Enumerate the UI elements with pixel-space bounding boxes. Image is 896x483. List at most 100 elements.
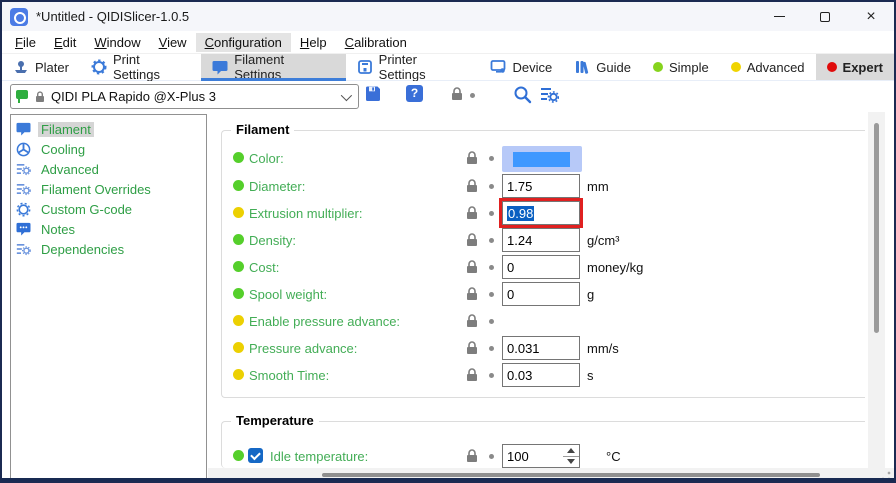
dot-icon (489, 238, 494, 243)
unit-label: money/kg (587, 260, 643, 275)
help-button[interactable]: ? (406, 85, 423, 102)
density-input[interactable]: 1.24 (502, 228, 580, 252)
tab-label: Filament Settings (234, 52, 334, 82)
tab-plater[interactable]: Plater (2, 54, 80, 80)
dot-icon (489, 156, 494, 161)
setting-row-enable-pressure-advance: Enable pressure advance: (221, 308, 864, 334)
input-value: 0.03 (507, 368, 532, 383)
menu-view[interactable]: View (150, 33, 196, 52)
lock-icon[interactable] (466, 341, 478, 360)
vertical-scrollbar-thumb[interactable] (874, 123, 879, 333)
extrusion-multiplier-input[interactable]: 0.98 (502, 201, 580, 225)
search-icon (513, 85, 532, 104)
mode-expert[interactable]: Expert (816, 54, 894, 80)
tab-label: Device (513, 60, 553, 75)
setting-label: Smooth Time: (249, 368, 329, 383)
lock-icon[interactable] (466, 287, 478, 306)
lock-state-dot (470, 93, 475, 98)
mode-advanced[interactable]: Advanced (720, 54, 816, 80)
menu-file[interactable]: File (6, 33, 45, 52)
horizontal-scrollbar-thumb[interactable] (322, 473, 820, 477)
diameter-input[interactable]: 1.75 (502, 174, 580, 198)
printer-icon (357, 59, 373, 75)
options-search-button[interactable] (539, 85, 559, 103)
sidebar-item-label: Advanced (38, 162, 102, 177)
minimize-button[interactable] (756, 2, 802, 31)
sidebar-item-filament-overrides[interactable]: Filament Overrides (11, 179, 206, 199)
unit-label: s (587, 368, 594, 383)
mode-simple[interactable]: Simple (642, 54, 720, 80)
menu-edit[interactable]: Edit (45, 33, 85, 52)
tab-device[interactable]: Device (479, 54, 564, 80)
tab-print-settings[interactable]: Print Settings (80, 54, 201, 80)
save-icon (364, 85, 382, 103)
tab-filament-settings[interactable]: Filament Settings (201, 54, 345, 80)
lock-icon[interactable] (466, 368, 478, 387)
tab-bar: Plater Print Settings Filament Settings … (2, 54, 894, 81)
vertical-scrollbar[interactable] (868, 112, 885, 469)
green-dot-icon (233, 234, 244, 245)
menu-window[interactable]: Window (85, 33, 149, 52)
tab-guide[interactable]: Guide (563, 54, 642, 80)
menu-help[interactable]: Help (291, 33, 336, 52)
save-preset-button[interactable] (364, 85, 382, 103)
group-title: Filament (231, 122, 294, 137)
sidebar-item-label: Filament Overrides (38, 182, 154, 197)
spool-weight-input[interactable]: 0 (502, 282, 580, 306)
filament-spool-icon (16, 90, 33, 103)
lock-icon[interactable] (466, 449, 478, 468)
setting-row-smooth-time: Smooth Time: 0.03 s (221, 362, 864, 388)
unit-label: g/cm³ (587, 233, 620, 248)
idle-temperature-spinbox[interactable]: 100 (502, 444, 580, 468)
sidebar-item-dependencies[interactable]: Dependencies (11, 239, 206, 259)
spin-down-button[interactable] (563, 457, 579, 468)
input-value-selected: 0.98 (507, 206, 534, 221)
unit-label: mm/s (587, 341, 619, 356)
color-swatch-button[interactable] (502, 146, 582, 172)
menu-configuration[interactable]: Configuration (196, 33, 291, 52)
cost-input[interactable]: 0 (502, 255, 580, 279)
lock-settings-button[interactable] (451, 87, 463, 101)
lock-icon[interactable] (466, 260, 478, 279)
search-button[interactable] (513, 85, 532, 104)
lock-icon[interactable] (466, 206, 478, 225)
spin-up-button[interactable] (563, 445, 579, 457)
window-bottom-edge (2, 478, 894, 481)
sidebar-item-filament[interactable]: Filament (11, 119, 206, 139)
sidebar-item-label: Custom G-code (38, 202, 135, 217)
lock-icon[interactable] (466, 179, 478, 198)
lock-icon[interactable] (466, 151, 478, 170)
lock-icon (451, 87, 463, 101)
dot-icon (489, 265, 494, 270)
dot-icon (489, 184, 494, 189)
sidebar-item-notes[interactable]: Notes (11, 219, 206, 239)
tab-printer-settings[interactable]: Printer Settings (346, 54, 479, 80)
dot-icon (489, 292, 494, 297)
close-button[interactable]: × (848, 2, 894, 31)
menu-calibration[interactable]: Calibration (336, 33, 416, 52)
idle-temperature-checkbox[interactable] (248, 448, 263, 463)
setting-label: Extrusion multiplier: (249, 206, 362, 221)
sidebar-item-custom-gcode[interactable]: Custom G-code (11, 199, 206, 219)
filament-bubble-icon (212, 60, 228, 75)
spin-value[interactable]: 100 (502, 444, 563, 468)
green-dot-icon (233, 450, 244, 461)
lock-icon[interactable] (466, 233, 478, 252)
setting-row-spool-weight: Spool weight: 0 g (221, 281, 864, 307)
yellow-dot-icon (233, 369, 244, 380)
sidebar-item-advanced[interactable]: Advanced (11, 159, 206, 179)
green-dot-icon (233, 261, 244, 272)
setting-row-diameter: Diameter: 1.75 mm (221, 173, 864, 199)
input-value: 100 (507, 449, 529, 464)
spinner-buttons (563, 444, 580, 468)
options-gear-icon (539, 85, 559, 103)
maximize-button[interactable] (802, 2, 848, 31)
pressure-advance-input[interactable]: 0.031 (502, 336, 580, 360)
sidebar-item-cooling[interactable]: Cooling (11, 139, 206, 159)
setting-label: Density: (249, 233, 296, 248)
smooth-time-input[interactable]: 0.03 (502, 363, 580, 387)
lock-icon[interactable] (466, 314, 478, 333)
color-swatch (513, 152, 570, 167)
preset-combobox[interactable]: QIDI PLA Rapido @X-Plus 3 (10, 84, 359, 109)
dot-icon (489, 454, 494, 459)
